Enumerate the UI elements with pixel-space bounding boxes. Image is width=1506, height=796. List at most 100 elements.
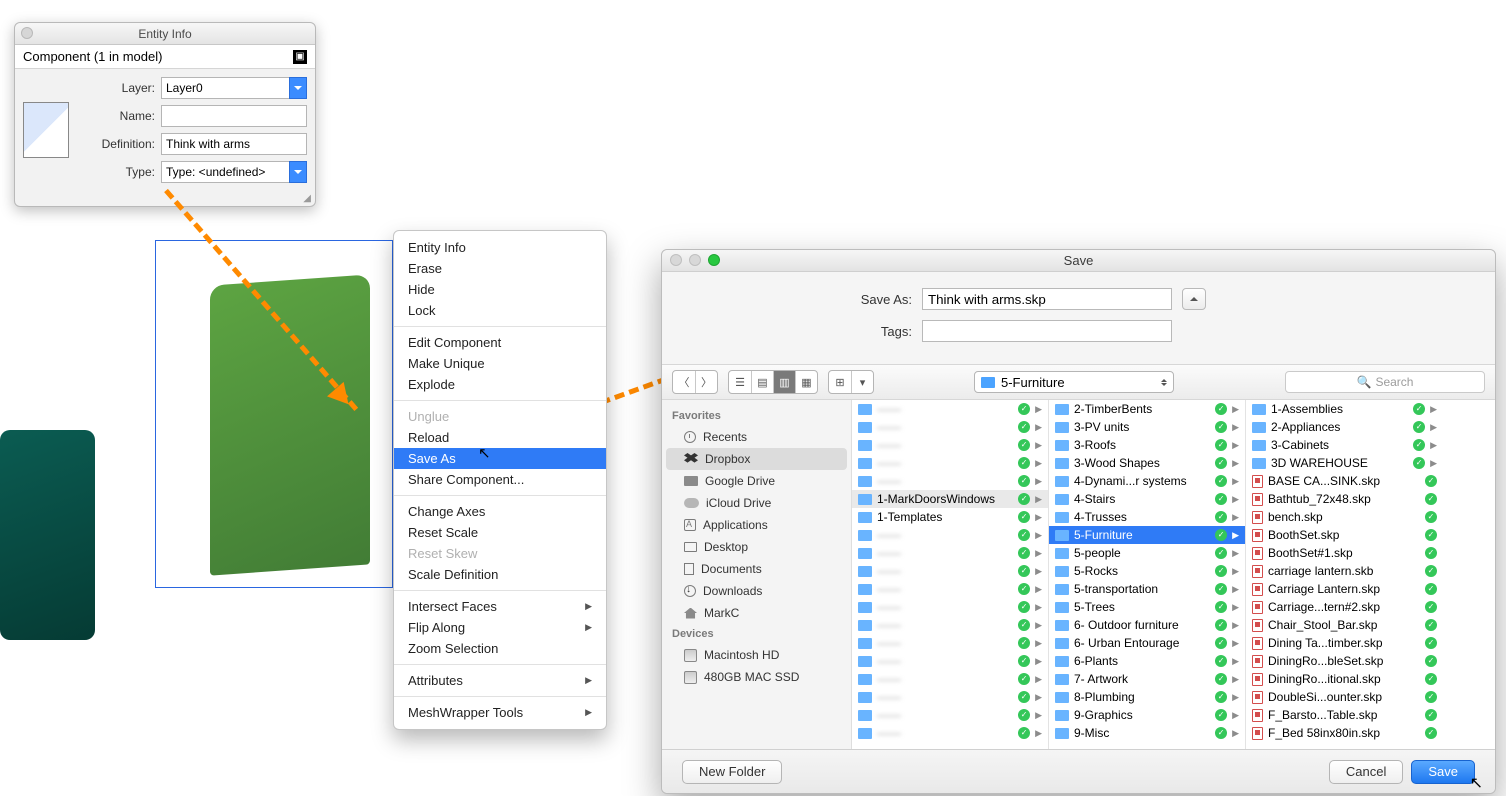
menu-item-reset-scale[interactable]: Reset Scale — [394, 522, 606, 543]
file-row[interactable]: 7- Artwork✓▶ — [1049, 670, 1245, 688]
file-row[interactable]: 9-Misc✓▶ — [1049, 724, 1245, 742]
layer-dropdown-icon[interactable] — [289, 77, 307, 99]
file-row[interactable]: DoubleSi...ounter.skp✓ — [1246, 688, 1443, 706]
new-folder-button[interactable]: New Folder — [682, 760, 782, 784]
file-row[interactable]: ——✓▶ — [852, 652, 1048, 670]
menu-item-lock[interactable]: Lock — [394, 300, 606, 321]
file-row[interactable]: 2-Appliances✓▶ — [1246, 418, 1443, 436]
file-row[interactable]: 8-Plumbing✓▶ — [1049, 688, 1245, 706]
file-row[interactable]: 5-Trees✓▶ — [1049, 598, 1245, 616]
file-row[interactable]: 3-Cabinets✓▶ — [1246, 436, 1443, 454]
tags-input[interactable] — [922, 320, 1172, 342]
file-row[interactable]: ——✓▶ — [852, 634, 1048, 652]
sidebar-item-macintosh-hd[interactable]: Macintosh HD — [662, 644, 851, 666]
menu-item-hide[interactable]: Hide — [394, 279, 606, 300]
menu-item-intersect-faces[interactable]: Intersect Faces — [394, 596, 606, 617]
sidebar-item-recents[interactable]: Recents — [662, 426, 851, 448]
save-dialog-titlebar[interactable]: Save — [662, 250, 1495, 272]
file-row[interactable]: ——✓▶ — [852, 616, 1048, 634]
file-row[interactable]: 6-Plants✓▶ — [1049, 652, 1245, 670]
file-row[interactable]: 3-PV units✓▶ — [1049, 418, 1245, 436]
file-row[interactable]: ——✓▶ — [852, 454, 1048, 472]
file-row[interactable]: ——✓▶ — [852, 544, 1048, 562]
sidebar-item-markc[interactable]: MarkC — [662, 602, 851, 624]
column-3[interactable]: 1-Assemblies✓▶2-Appliances✓▶3-Cabinets✓▶… — [1246, 400, 1443, 749]
file-row[interactable]: 3-Wood Shapes✓▶ — [1049, 454, 1245, 472]
sidebar-item-dropbox[interactable]: Dropbox — [666, 448, 847, 470]
menu-item-reload[interactable]: Reload — [394, 427, 606, 448]
sidebar-item-desktop[interactable]: Desktop — [662, 536, 851, 558]
file-row[interactable]: 9-Graphics✓▶ — [1049, 706, 1245, 724]
file-row[interactable]: 3-Roofs✓▶ — [1049, 436, 1245, 454]
file-row[interactable]: carriage lantern.skb✓ — [1246, 562, 1443, 580]
file-row[interactable]: 4-Stairs✓▶ — [1049, 490, 1245, 508]
menu-item-attributes[interactable]: Attributes — [394, 670, 606, 691]
file-row[interactable]: Bathtub_72x48.skp✓ — [1246, 490, 1443, 508]
menu-item-meshwrapper-tools[interactable]: MeshWrapper Tools — [394, 702, 606, 723]
file-row[interactable]: bench.skp✓ — [1246, 508, 1443, 526]
sidebar-item-downloads[interactable]: Downloads — [662, 580, 851, 602]
sidebar-item-google-drive[interactable]: Google Drive — [662, 470, 851, 492]
material-swatch[interactable] — [23, 102, 69, 158]
file-row[interactable]: 3D WAREHOUSE✓▶ — [1246, 454, 1443, 472]
menu-item-scale-definition[interactable]: Scale Definition — [394, 564, 606, 585]
file-row[interactable]: Dining Ta...timber.skp✓ — [1246, 634, 1443, 652]
menu-item-save-as[interactable]: Save As — [394, 448, 606, 469]
file-row[interactable]: 1-Templates✓▶ — [852, 508, 1048, 526]
menu-item-zoom-selection[interactable]: Zoom Selection — [394, 638, 606, 659]
search-input[interactable]: 🔍 Search — [1285, 371, 1485, 393]
file-row[interactable]: ——✓▶ — [852, 688, 1048, 706]
menu-item-edit-component[interactable]: Edit Component — [394, 332, 606, 353]
file-row[interactable]: BASE CA...SINK.skp✓ — [1246, 472, 1443, 490]
file-row[interactable]: 6- Outdoor furniture✓▶ — [1049, 616, 1245, 634]
file-row[interactable]: Carriage...tern#2.skp✓ — [1246, 598, 1443, 616]
file-row[interactable]: DiningRo...bleSet.skp✓ — [1246, 652, 1443, 670]
file-row[interactable]: ——✓▶ — [852, 598, 1048, 616]
file-row[interactable]: 5-transportation✓▶ — [1049, 580, 1245, 598]
file-row[interactable]: ——✓▶ — [852, 724, 1048, 742]
file-row[interactable]: 1-MarkDoorsWindows✓▶ — [852, 490, 1048, 508]
file-row[interactable]: 4-Trusses✓▶ — [1049, 508, 1245, 526]
save-as-input[interactable] — [922, 288, 1172, 310]
nav-back-forward[interactable]: 〈〉 — [672, 370, 718, 394]
file-row[interactable]: F_Barsto...Table.skp✓ — [1246, 706, 1443, 724]
menu-item-explode[interactable]: Explode — [394, 374, 606, 395]
file-row[interactable]: 1-Assemblies✓▶ — [1246, 400, 1443, 418]
file-row[interactable]: ——✓▶ — [852, 526, 1048, 544]
file-row[interactable]: DiningRo...itional.skp✓ — [1246, 670, 1443, 688]
file-row[interactable]: 5-people✓▶ — [1049, 544, 1245, 562]
close-dot-icon[interactable] — [21, 27, 33, 39]
cancel-button[interactable]: Cancel — [1329, 760, 1403, 784]
menu-item-share-component-[interactable]: Share Component... — [394, 469, 606, 490]
expand-details-icon[interactable]: ▣ — [293, 50, 307, 64]
view-mode-segment[interactable]: ☰▤▥▦ — [728, 370, 818, 394]
group-by-segment[interactable]: ⊞▾ — [828, 370, 874, 394]
file-row[interactable]: F_Bed 58inx80in.skp✓ — [1246, 724, 1443, 742]
file-row[interactable]: Chair_Stool_Bar.skp✓ — [1246, 616, 1443, 634]
file-row[interactable]: 4-Dynami...r systems✓▶ — [1049, 472, 1245, 490]
sidebar-item-480gb-mac-ssd[interactable]: 480GB MAC SSD — [662, 666, 851, 688]
type-dropdown-icon[interactable] — [289, 161, 307, 183]
menu-item-flip-along[interactable]: Flip Along — [394, 617, 606, 638]
menu-item-erase[interactable]: Erase — [394, 258, 606, 279]
column-2[interactable]: 2-TimberBents✓▶3-PV units✓▶3-Roofs✓▶3-Wo… — [1049, 400, 1246, 749]
file-row[interactable]: 5-Furniture✓▶ — [1049, 526, 1245, 544]
file-row[interactable]: Carriage Lantern.skp✓ — [1246, 580, 1443, 598]
file-row[interactable]: ——✓▶ — [852, 706, 1048, 724]
file-row[interactable]: 6- Urban Entourage✓▶ — [1049, 634, 1245, 652]
column-1[interactable]: ——✓▶——✓▶——✓▶——✓▶——✓▶1-MarkDoorsWindows✓▶… — [852, 400, 1049, 749]
type-select[interactable] — [161, 161, 289, 183]
file-row[interactable]: ——✓▶ — [852, 418, 1048, 436]
menu-item-make-unique[interactable]: Make Unique — [394, 353, 606, 374]
file-row[interactable]: 2-TimberBents✓▶ — [1049, 400, 1245, 418]
file-row[interactable]: 5-Rocks✓▶ — [1049, 562, 1245, 580]
current-folder-dropdown[interactable]: 5-Furniture — [974, 371, 1174, 393]
window-traffic-lights[interactable] — [670, 254, 720, 266]
name-input[interactable] — [161, 105, 307, 127]
sidebar-item-icloud-drive[interactable]: iCloud Drive — [662, 492, 851, 514]
sidebar-item-applications[interactable]: Applications — [662, 514, 851, 536]
entity-info-titlebar[interactable]: Entity Info — [15, 23, 315, 45]
menu-item-entity-info[interactable]: Entity Info — [394, 237, 606, 258]
sidebar-item-documents[interactable]: Documents — [662, 558, 851, 580]
file-row[interactable]: BoothSet#1.skp✓ — [1246, 544, 1443, 562]
